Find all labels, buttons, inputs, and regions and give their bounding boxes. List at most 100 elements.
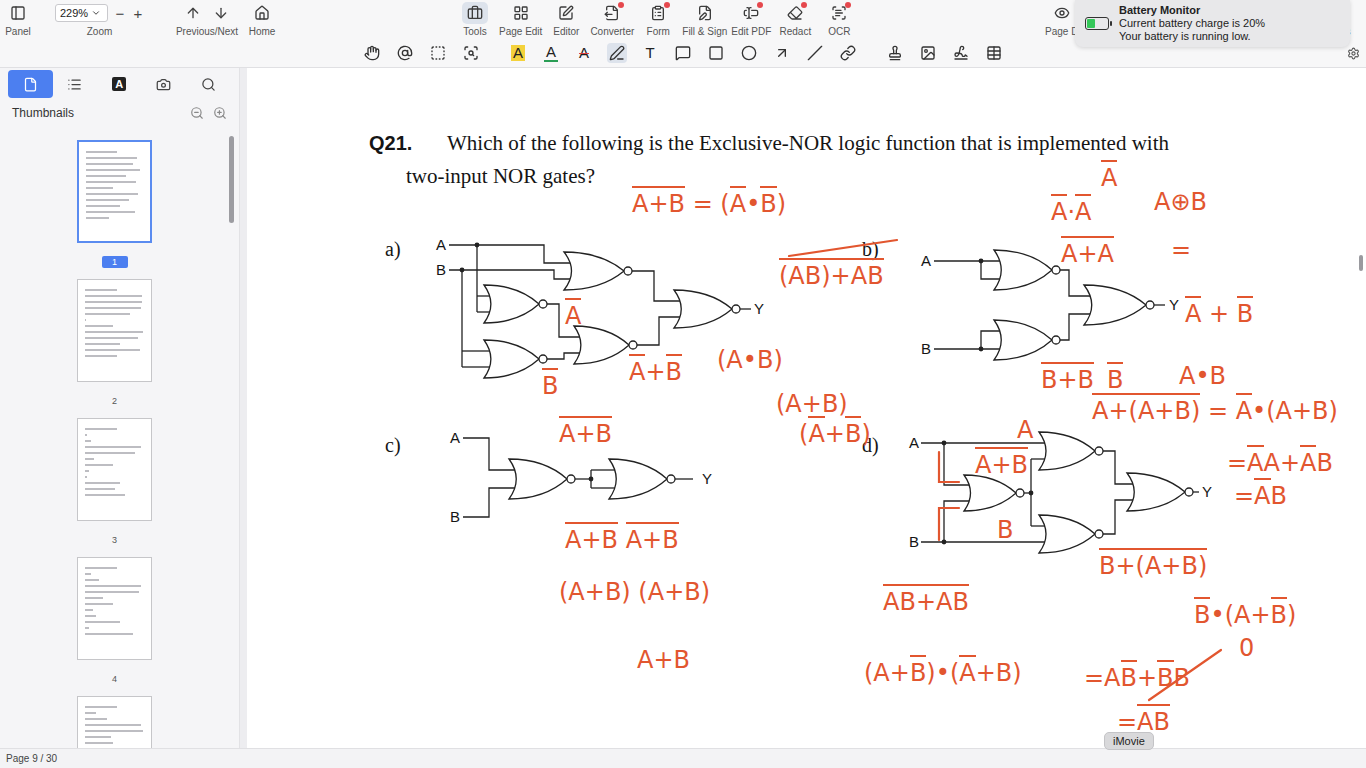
note-part: + xyxy=(1137,660,1157,692)
thumbnail-text-line xyxy=(85,307,141,309)
page-number: 1 xyxy=(102,256,128,268)
junction xyxy=(979,347,984,352)
zoom-out-icon[interactable] xyxy=(190,106,204,120)
zoom-select[interactable]: 229% xyxy=(55,4,108,22)
sidebar-tab[interactable] xyxy=(186,70,231,98)
gate-body xyxy=(964,475,1016,511)
panel-button[interactable]: Panel xyxy=(0,2,36,38)
area-select-icon xyxy=(430,45,446,61)
mode-tab[interactable]: Redact xyxy=(773,2,817,38)
annotation-tool[interactable]: A xyxy=(508,43,528,63)
annotation-tool[interactable] xyxy=(838,43,858,63)
question-line: two-input NOR gates? xyxy=(369,164,1356,197)
annotation-tool[interactable] xyxy=(706,43,726,63)
converter-icon xyxy=(604,5,620,21)
annotation-tool[interactable] xyxy=(395,43,415,63)
sidebar-scrollbar[interactable] xyxy=(229,128,239,748)
annotation-tool[interactable] xyxy=(805,43,825,63)
circuit: d)ABY xyxy=(862,432,1212,553)
page-thumbnail xyxy=(77,696,152,748)
battery-notification[interactable]: Battery MonitorCurrent battery charge is… xyxy=(1075,0,1350,47)
note-part: A xyxy=(1254,478,1270,510)
thumbnail-item[interactable]: 2 xyxy=(77,279,152,407)
previous-next-label: Previous/Next xyxy=(176,26,238,38)
annotation-tool[interactable]: T xyxy=(640,43,660,63)
mode-tab[interactable]: Form xyxy=(636,2,680,38)
arrow-up-icon[interactable] xyxy=(185,5,201,21)
mode-tab[interactable]: Page Edit xyxy=(497,2,544,38)
edit-pdf-icon xyxy=(743,5,759,21)
thumbnail-item[interactable]: 3 xyxy=(77,418,152,546)
sidebar-tab[interactable]: A xyxy=(97,70,142,98)
thumbnail-text-line xyxy=(85,349,140,351)
annotation-tool[interactable] xyxy=(918,43,938,63)
thumbnail-text-line xyxy=(85,736,111,738)
pen-stroke xyxy=(789,240,897,256)
annotation-tool[interactable]: A xyxy=(541,43,561,63)
option-label: a) xyxy=(385,238,401,261)
annotation-tool[interactable] xyxy=(607,43,627,63)
annotation-tool[interactable] xyxy=(984,43,1004,63)
note-part: B xyxy=(542,368,558,400)
annotation-tool[interactable] xyxy=(739,43,759,63)
zoom-in-button[interactable]: + xyxy=(132,5,144,22)
nor-gate xyxy=(484,285,547,323)
zoom-out-button[interactable]: − xyxy=(114,5,126,22)
mode-tab[interactable]: OCR xyxy=(817,2,861,38)
thumbnail-item[interactable]: 4 xyxy=(77,557,152,685)
page-display-icon-box xyxy=(1049,2,1075,24)
annotation-tool[interactable] xyxy=(428,43,448,63)
area-search-icon xyxy=(463,45,479,61)
document-scroll-thumb[interactable] xyxy=(1359,255,1363,271)
mode-tab[interactable]: Tools xyxy=(453,2,497,38)
previous-next-button[interactable]: Previous/Next xyxy=(168,2,246,38)
arrow-pair xyxy=(185,2,229,24)
mode-tab[interactable]: Fill & Sign xyxy=(680,2,729,38)
junction xyxy=(942,540,947,545)
home-icon xyxy=(254,5,270,21)
annotation-tool[interactable] xyxy=(772,43,792,63)
thumbnail-item[interactable]: 1 xyxy=(77,140,152,268)
annotation-toolbar-right xyxy=(1004,47,1366,60)
annotation-tool[interactable] xyxy=(362,43,382,63)
mode-icon-box xyxy=(692,2,718,24)
annotation-tool[interactable] xyxy=(461,43,481,63)
annotation-tool[interactable] xyxy=(951,43,971,63)
annotation-tool[interactable]: A xyxy=(574,43,594,63)
mode-tab[interactable]: Editor xyxy=(544,2,588,38)
nor-gate xyxy=(509,459,575,499)
thumbnail-text-line xyxy=(86,151,117,153)
arrow-down-icon[interactable] xyxy=(213,5,229,21)
thumbnail-text-line xyxy=(85,295,142,297)
mode-tab[interactable]: Edit PDF xyxy=(729,2,773,38)
handwritten-note: A+A xyxy=(1061,236,1114,268)
note-part: B xyxy=(1194,597,1210,629)
sidebar: AThumbnails1234 xyxy=(0,68,240,748)
circuit: b)ABY xyxy=(862,238,1179,360)
input-label: B xyxy=(921,340,931,357)
note-part: A•B xyxy=(1179,358,1226,390)
mode-tab[interactable]: Converter xyxy=(588,2,636,38)
nor-gate xyxy=(1039,432,1103,470)
sidebar-tab[interactable] xyxy=(8,70,53,98)
document-scrollbar[interactable] xyxy=(1356,68,1366,748)
zoom-in-icon[interactable] xyxy=(213,106,227,120)
wire xyxy=(575,478,591,479)
thumbnail-item[interactable] xyxy=(77,696,152,748)
sidebar-tab[interactable] xyxy=(53,70,98,98)
home-button[interactable]: Home xyxy=(246,2,278,38)
wire xyxy=(591,469,615,470)
thumbnail-text-line xyxy=(85,452,135,454)
sidebar-tab[interactable] xyxy=(142,70,187,98)
mode-icon-box xyxy=(462,2,488,24)
note-part: = xyxy=(1234,478,1254,510)
arrow-icon xyxy=(774,45,790,61)
gear-icon[interactable] xyxy=(1347,47,1360,60)
sidebar-scroll-thumb[interactable] xyxy=(229,136,234,223)
thumbnail-area: 1 234 xyxy=(0,128,239,748)
handwritten-note: A+B xyxy=(559,416,612,448)
annotation-tool[interactable] xyxy=(885,43,905,63)
annotation-tool[interactable] xyxy=(673,43,693,63)
wire xyxy=(1193,491,1199,492)
note-part: + xyxy=(1201,296,1236,328)
